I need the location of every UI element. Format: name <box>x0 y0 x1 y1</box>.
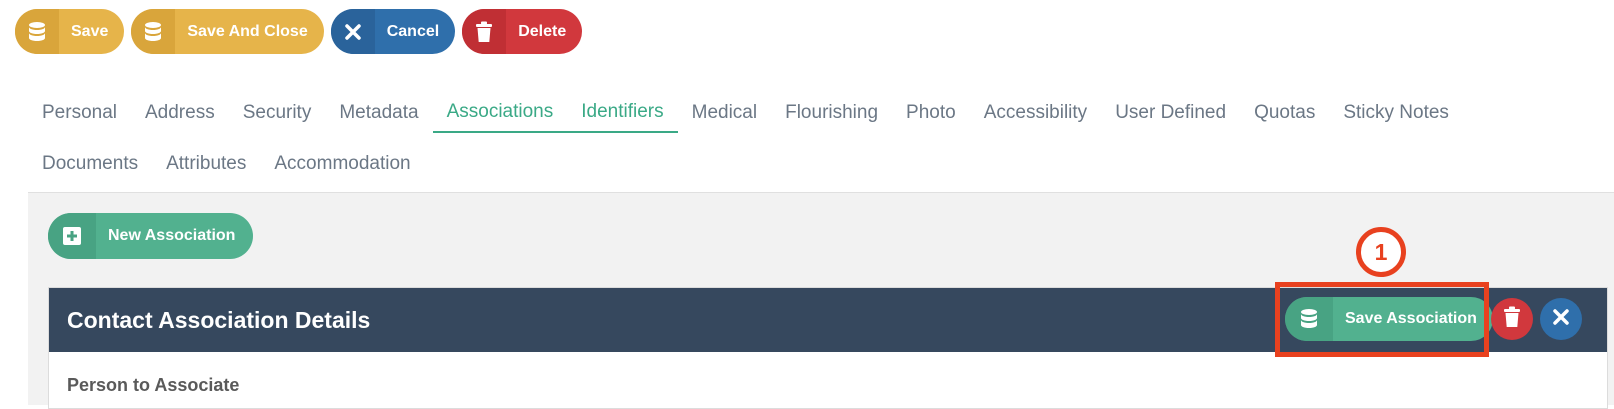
tab-user-defined[interactable]: User Defined <box>1101 93 1240 133</box>
close-icon <box>330 9 375 54</box>
plus-square-icon <box>48 213 96 259</box>
tab-address[interactable]: Address <box>131 93 229 133</box>
tab-associations[interactable]: Associations <box>432 93 568 133</box>
tab-identifiers[interactable]: Identifiers <box>567 93 678 133</box>
database-icon <box>15 9 59 54</box>
tab-row-1: Personal Address Security Metadata Assoc… <box>28 93 1463 133</box>
save-label: Save <box>71 22 109 40</box>
new-association-button[interactable]: New Association <box>48 213 254 259</box>
delete-association-button[interactable] <box>1491 298 1533 340</box>
tab-documents[interactable]: Documents <box>28 144 152 184</box>
highlight-box <box>1275 282 1489 357</box>
cancel-label: Cancel <box>386 22 440 40</box>
person-to-associate-label: Person to Associate <box>67 375 240 395</box>
save-button[interactable]: Save <box>15 9 125 54</box>
close-association-button[interactable] <box>1540 298 1582 340</box>
tab-sticky-notes[interactable]: Sticky Notes <box>1329 93 1463 133</box>
delete-button[interactable]: Delete <box>462 9 583 54</box>
step-number-badge: 1 <box>1356 227 1406 277</box>
trash-icon <box>1503 306 1521 333</box>
tab-metadata[interactable]: Metadata <box>325 93 432 133</box>
tab-row-2: Documents Attributes Accommodation <box>28 144 425 184</box>
database-icon <box>131 9 176 54</box>
top-toolbar: Save Save And Close Cancel Delete <box>15 9 583 54</box>
panel-title: Contact Association Details <box>67 306 371 333</box>
tab-quotas[interactable]: Quotas <box>1240 93 1329 133</box>
tab-attributes[interactable]: Attributes <box>152 144 260 184</box>
tab-flourishing[interactable]: Flourishing <box>771 93 892 133</box>
tab-medical[interactable]: Medical <box>678 93 771 133</box>
save-and-close-label: Save And Close <box>187 22 308 40</box>
close-icon <box>1552 308 1570 331</box>
new-association-label: New Association <box>108 227 236 244</box>
tab-personal[interactable]: Personal <box>28 93 131 133</box>
tab-security[interactable]: Security <box>229 93 326 133</box>
tab-bar: Personal Address Security Metadata Assoc… <box>28 86 1614 192</box>
trash-icon <box>462 9 507 54</box>
tab-accommodation[interactable]: Accommodation <box>260 144 424 184</box>
save-and-close-button[interactable]: Save And Close <box>131 9 324 54</box>
tab-accessibility[interactable]: Accessibility <box>970 93 1101 133</box>
cancel-button[interactable]: Cancel <box>330 9 456 54</box>
tab-photo[interactable]: Photo <box>892 93 970 133</box>
delete-label: Delete <box>518 22 567 40</box>
